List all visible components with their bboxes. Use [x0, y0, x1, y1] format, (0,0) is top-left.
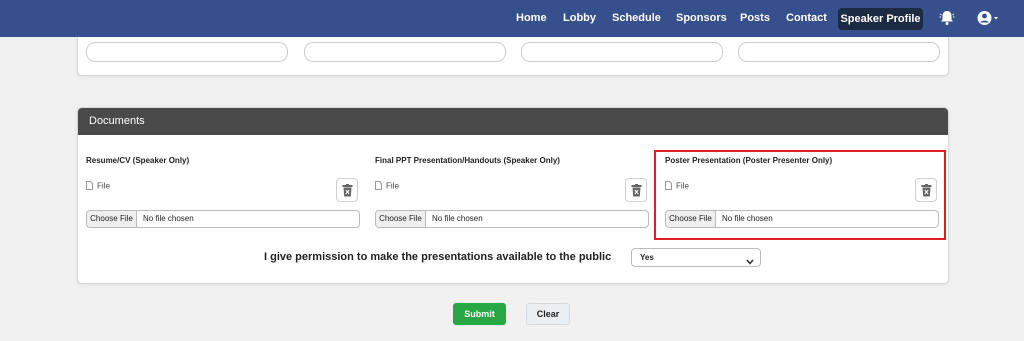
- nav-speaker-profile[interactable]: Speaker Profile: [838, 8, 923, 30]
- ppt-file-status: No file chosen: [432, 214, 483, 223]
- resume-file-status: No file chosen: [143, 214, 194, 223]
- permission-select[interactable]: Yes: [631, 248, 761, 267]
- file-icon: [86, 181, 93, 192]
- profile-input-1[interactable]: [86, 42, 288, 62]
- clear-button[interactable]: Clear: [526, 303, 570, 325]
- profile-input-4[interactable]: [738, 42, 940, 62]
- resume-title: Resume/CV (Speaker Only): [86, 156, 190, 165]
- ppt-delete-button[interactable]: [625, 178, 647, 202]
- documents-card: Documents Resume/CV (Speaker Only) File …: [77, 107, 949, 284]
- ppt-file-label: File: [375, 181, 399, 192]
- resume-file-input[interactable]: Choose File No file chosen: [86, 210, 360, 228]
- resume-delete-button[interactable]: [336, 178, 358, 202]
- poster-highlight-box: [654, 150, 946, 240]
- resume-file-label: File: [86, 181, 110, 192]
- nav-home[interactable]: Home: [516, 0, 547, 37]
- profile-input-2[interactable]: [304, 42, 506, 62]
- bell-icon[interactable]: [938, 9, 956, 32]
- nav-sponsors[interactable]: Sponsors: [676, 0, 727, 37]
- profile-fields-card: [77, 37, 949, 76]
- user-account-icon[interactable]: [977, 10, 999, 31]
- nav-schedule[interactable]: Schedule: [612, 0, 661, 37]
- resume-choose-file-button[interactable]: Choose File: [87, 211, 137, 227]
- ppt-choose-file-button[interactable]: Choose File: [376, 211, 426, 227]
- submit-button[interactable]: Submit: [453, 303, 506, 325]
- nav-contact[interactable]: Contact: [786, 0, 827, 37]
- permission-label: I give permission to make the presentati…: [264, 251, 612, 263]
- top-navbar: Home Lobby Schedule Sponsors Posts Conta…: [0, 0, 1024, 37]
- permission-select-value: Yes: [640, 253, 654, 262]
- nav-posts[interactable]: Posts: [740, 0, 770, 37]
- profile-input-3[interactable]: [521, 42, 723, 62]
- file-icon: [375, 181, 382, 192]
- chevron-down-icon: [746, 254, 754, 271]
- ppt-file-input[interactable]: Choose File No file chosen: [375, 210, 649, 228]
- trash-icon: [342, 184, 353, 197]
- ppt-title: Final PPT Presentation/Handouts (Speaker…: [375, 156, 560, 165]
- trash-icon: [631, 184, 642, 197]
- nav-lobby[interactable]: Lobby: [563, 0, 596, 37]
